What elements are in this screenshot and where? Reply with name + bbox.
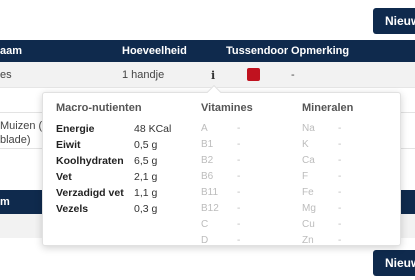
macro-value: 0,5 g — [134, 139, 158, 151]
macro-value: 1,1 g — [134, 187, 158, 199]
vitamin-value: - — [237, 139, 241, 150]
vitamin-row: B6 - — [201, 171, 240, 182]
vitamin-name: B1 — [201, 139, 214, 150]
row-name-partial-2: blade) — [0, 134, 31, 146]
vitamin-value: - — [237, 235, 241, 246]
header-snack[interactable]: Tussendoor — [226, 45, 288, 57]
mineral-name: Na — [302, 123, 315, 134]
vitamin-name: B6 — [201, 171, 214, 182]
row-amount: 1 handje — [122, 69, 165, 81]
vitamin-row: C- — [201, 219, 240, 230]
header-name[interactable]: aam — [0, 45, 22, 57]
vitamin-row: A- — [201, 123, 240, 134]
vitamin-value: - — [237, 203, 241, 214]
vitamin-row: B1 - — [201, 139, 240, 150]
mineral-name: Zn — [302, 235, 314, 246]
vitamin-name: A — [201, 123, 208, 134]
snack-color-swatch[interactable] — [247, 68, 260, 81]
vitamin-name: B11 — [201, 187, 219, 198]
macro-value: 0,3 g — [134, 203, 158, 215]
macro-value: 2,1 g — [134, 171, 158, 183]
minerals-title: Mineralen — [302, 102, 354, 114]
new-button-top[interactable]: Nieuw — [373, 8, 415, 34]
vitamin-name: C — [201, 219, 209, 230]
mineral-row: F- — [302, 171, 341, 182]
macro-label: Koolhydraten — [56, 155, 124, 167]
vitamins-title: Vitamines — [201, 102, 253, 114]
nutrition-popover: Macro-nutienten Vitamines Mineralen Ener… — [42, 84, 401, 246]
macro-label: Vet — [56, 171, 72, 183]
row-name: es — [0, 69, 12, 81]
mineral-row: Zn - — [302, 235, 341, 246]
section-title: m — [0, 196, 10, 208]
mineral-value: - — [338, 171, 342, 182]
macro-label: Verzadigd vet — [56, 187, 124, 199]
mineral-row: Mg - — [302, 203, 341, 214]
header-note[interactable]: Opmerking — [291, 45, 349, 57]
vitamin-value: - — [237, 171, 241, 182]
table-row[interactable]: es 1 handje i - — [0, 62, 415, 88]
mineral-row: K- — [302, 139, 341, 150]
mineral-value: - — [338, 155, 342, 166]
mineral-name: Ca — [302, 155, 315, 166]
vitamin-value: - — [237, 219, 241, 230]
vitamin-name: B2 — [201, 155, 214, 166]
vitamin-name: B12 — [201, 203, 219, 214]
macro-label: Energie — [56, 123, 95, 135]
mineral-value: - — [338, 219, 342, 230]
header-amount[interactable]: Hoeveelheid — [122, 45, 187, 57]
mineral-name: Mg — [302, 203, 316, 214]
vitamin-value: - — [237, 123, 241, 134]
macro-value: 48 KCal — [134, 123, 172, 135]
vitamin-row: B11 - — [201, 187, 240, 198]
vitamin-name: D — [201, 235, 209, 246]
row-note: - — [291, 69, 295, 81]
macro-label: Vezels — [56, 203, 89, 215]
macro-title: Macro-nutienten — [56, 102, 142, 114]
mineral-name: Fe — [302, 187, 314, 198]
mineral-value: - — [338, 235, 342, 246]
mineral-row: Fe - — [302, 187, 341, 198]
vitamin-value: - — [237, 187, 241, 198]
vitamin-row: B2 - — [201, 155, 240, 166]
mineral-name: K — [302, 139, 309, 150]
vitamin-value: - — [237, 155, 241, 166]
mineral-name: F — [302, 171, 309, 182]
table-header: aam Hoeveelheid Tussendoor Opmerking — [0, 40, 415, 62]
mineral-value: - — [338, 123, 342, 134]
mineral-value: - — [338, 139, 342, 150]
mineral-row: Na - — [302, 123, 341, 134]
mineral-value: - — [338, 187, 342, 198]
mineral-name: Cu — [302, 219, 315, 230]
mineral-row: Ca - — [302, 155, 341, 166]
macro-value: 6,5 g — [134, 155, 158, 167]
mineral-value: - — [338, 203, 342, 214]
info-icon[interactable]: i — [211, 69, 215, 82]
new-button-bottom[interactable]: Nieuw — [373, 250, 415, 276]
macro-label: Eiwit — [56, 139, 81, 151]
vitamin-row: B12 - — [201, 203, 240, 214]
vitamin-row: D- — [201, 235, 240, 246]
mineral-row: Cu - — [302, 219, 341, 230]
